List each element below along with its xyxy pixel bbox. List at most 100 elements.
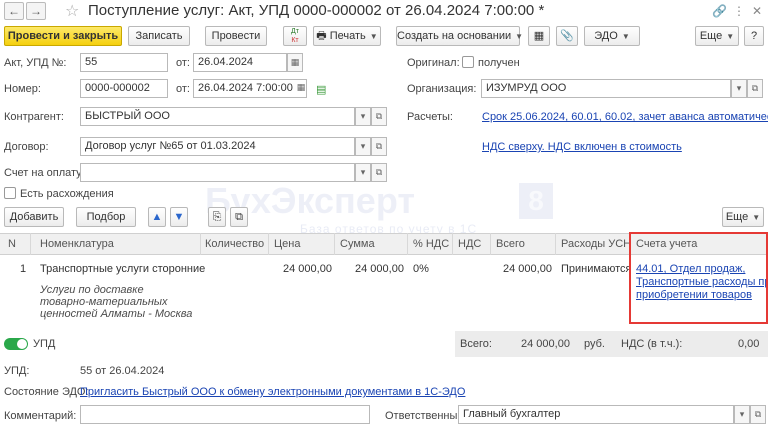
responsible-open-icon[interactable]: ⧉	[750, 405, 766, 424]
number-field[interactable]: 0000-000002	[80, 79, 168, 98]
menu-icon[interactable]: ⋮	[733, 4, 745, 18]
number-label: Номер:	[4, 83, 41, 95]
attachment-icon[interactable]: 📎	[556, 26, 578, 46]
post-and-close-button[interactable]: Провести и закрыть	[4, 26, 122, 46]
responsible-label: Ответственный:	[385, 410, 467, 422]
doc-date-label: от:	[176, 83, 190, 95]
vat-included-value: 0,00	[738, 338, 760, 350]
table-more-label: Еще	[725, 211, 749, 223]
upd-toggle[interactable]	[4, 338, 28, 350]
comment-field[interactable]	[80, 405, 370, 424]
contractor-dropdown-icon[interactable]: ▾	[355, 107, 371, 126]
act-number-field[interactable]: 55	[80, 53, 168, 72]
cell-description: товарно-материальных	[40, 296, 168, 308]
move-up-icon[interactable]: ▲	[148, 207, 166, 227]
act-date-field[interactable]: 26.04.2024	[193, 53, 287, 72]
organization-label: Организация:	[407, 83, 477, 95]
column-divider	[490, 233, 491, 255]
responsible-field[interactable]: Главный бухгалтер	[458, 405, 734, 424]
doc-datetime-field[interactable]: 26.04.2024 7:00:00	[193, 79, 307, 98]
col-price[interactable]: Цена	[274, 238, 300, 250]
contractor-field[interactable]: БЫСТРЫЙ ООО	[80, 107, 355, 126]
contractor-label: Контрагент:	[4, 111, 64, 123]
print-button[interactable]: 🖶 Печать ▼	[313, 26, 381, 46]
create-based-on-button[interactable]: Создать на основании ▼	[396, 26, 523, 46]
org-open-icon[interactable]: ⧉	[747, 79, 763, 98]
more-button[interactable]: Еще ▼	[695, 26, 739, 46]
invoice-dropdown-icon[interactable]: ▾	[355, 163, 371, 182]
original-received-checkbox[interactable]	[462, 56, 474, 68]
settlements-label: Расчеты:	[407, 111, 453, 123]
total-label: Всего:	[460, 338, 492, 350]
calendar-icon[interactable]: ▦	[293, 79, 309, 98]
more-label: Еще	[699, 30, 723, 42]
discrepancy-label: Есть расхождения	[20, 188, 114, 200]
select-button[interactable]: Подбор	[76, 207, 136, 227]
edo-button[interactable]: ЭДО ▼	[584, 26, 640, 46]
settlements-link[interactable]: Срок 25.06.2024, 60.01, 60.02, зачет ава…	[482, 111, 768, 123]
col-quantity[interactable]: Количество	[205, 238, 264, 250]
table-more-button[interactable]: Еще ▼	[722, 207, 764, 227]
total-value: 24 000,00	[521, 338, 570, 350]
col-usn-expenses[interactable]: Расходы УСН	[561, 238, 631, 250]
col-nomenclature[interactable]: Номенклатура	[40, 238, 114, 250]
add-row-button[interactable]: Добавить	[4, 207, 64, 227]
paste-icon[interactable]: ⧉	[230, 207, 248, 227]
comment-label: Комментарий:	[4, 410, 77, 422]
back-button[interactable]: ←	[4, 2, 24, 20]
contract-open-icon[interactable]: ⧉	[371, 137, 387, 156]
original-label: Оригинал:	[407, 57, 460, 69]
cell-vat-rate: 0%	[413, 263, 429, 275]
post-button[interactable]: Провести	[205, 26, 267, 46]
cell-description: ценностей Алматы - Москва	[40, 308, 193, 320]
col-vat-rate[interactable]: % НДС	[413, 238, 449, 250]
responsible-dropdown-icon[interactable]: ▾	[734, 405, 750, 424]
act-date-label: от:	[176, 57, 190, 69]
discrepancy-checkbox[interactable]	[4, 187, 16, 199]
contract-label: Договор:	[4, 141, 49, 153]
col-vat[interactable]: НДС	[458, 238, 481, 250]
edo-state-label: Состояние ЭДО:	[4, 386, 89, 398]
create-based-label: Создать на основании	[397, 30, 512, 42]
copy-icon[interactable]: ⎘	[208, 207, 226, 227]
column-divider	[452, 233, 453, 255]
accounts-highlight	[629, 232, 768, 324]
structure-icon[interactable]: ▦	[528, 26, 550, 46]
contractor-open-icon[interactable]: ⧉	[371, 107, 387, 126]
dt-kt-icon[interactable]: Дт Кт	[283, 26, 307, 46]
cell-n: 1	[20, 263, 27, 275]
currency-label: руб.	[584, 338, 605, 350]
page-title: Поступление услуг: Акт, УПД 0000-000002 …	[88, 2, 545, 19]
favorite-star-icon[interactable]: ☆	[65, 1, 79, 21]
close-icon[interactable]: ✕	[752, 4, 762, 18]
edo-invite-link[interactable]: Пригласить Быстрый ООО к обмену электрон…	[80, 386, 465, 398]
forward-button[interactable]: →	[26, 2, 46, 20]
received-label: получен	[478, 57, 520, 69]
org-dropdown-icon[interactable]: ▾	[731, 79, 747, 98]
contract-field[interactable]: Договор услуг №65 от 01.03.2024	[80, 137, 355, 156]
cell-description: Услуги по доставке	[40, 284, 144, 296]
help-button[interactable]: ?	[744, 26, 764, 46]
vat-link[interactable]: НДС сверху. НДС включен в стоимость	[482, 141, 682, 153]
calendar-icon[interactable]: ▦	[287, 53, 303, 72]
cell-price: 24 000,00	[283, 263, 332, 275]
move-down-icon[interactable]: ▼	[170, 207, 188, 227]
column-divider	[30, 233, 31, 255]
invoice-open-icon[interactable]: ⧉	[371, 163, 387, 182]
save-button[interactable]: Записать	[128, 26, 190, 46]
totals-panel	[455, 331, 768, 357]
column-divider	[200, 233, 201, 255]
invoice-label: Счет на оплату:	[4, 167, 85, 179]
upd-toggle-label: УПД	[33, 338, 56, 350]
invoice-field[interactable]	[80, 163, 355, 182]
upd-label: УПД:	[4, 365, 30, 377]
col-n[interactable]: N	[8, 238, 16, 250]
col-total[interactable]: Всего	[496, 238, 525, 250]
contract-dropdown-icon[interactable]: ▾	[355, 137, 371, 156]
link-icon[interactable]: 🔗	[712, 4, 727, 18]
edo-label: ЭДО	[594, 30, 618, 42]
print-label: Печать	[329, 30, 366, 42]
organization-field[interactable]: ИЗУМРУД ООО	[481, 79, 731, 98]
col-sum[interactable]: Сумма	[340, 238, 375, 250]
cell-total: 24 000,00	[503, 263, 552, 275]
